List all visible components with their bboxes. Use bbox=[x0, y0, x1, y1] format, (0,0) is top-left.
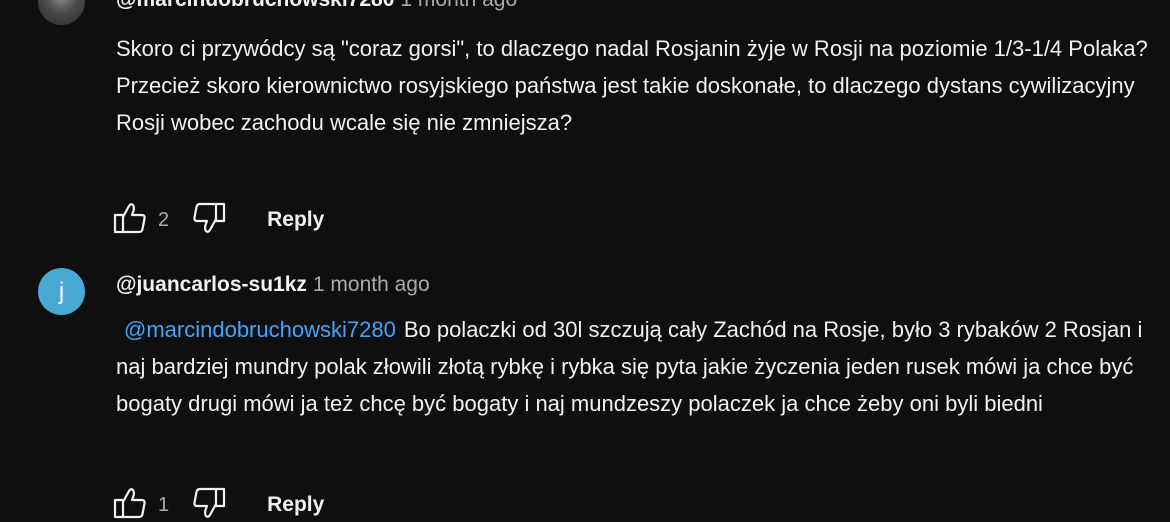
comment-text: @marcindobruchowski7280 Bo polaczki od 30… bbox=[116, 311, 1156, 422]
avatar-letter: j bbox=[58, 277, 65, 305]
mention-link[interactable]: @marcindobruchowski7280 bbox=[124, 317, 396, 342]
comment-actions: 1 Reply bbox=[112, 485, 324, 522]
comments-section: @marcindobruchowski7280 1 month ago Skoro… bbox=[0, 0, 1170, 522]
comment-header: @juancarlos-su1kz 1 month ago bbox=[116, 273, 430, 297]
like-count: 1 bbox=[158, 493, 170, 516]
thumbs-up-icon bbox=[112, 485, 148, 522]
avatar[interactable] bbox=[38, 0, 85, 25]
thumbs-down-icon bbox=[191, 200, 227, 241]
comment-paragraph: Przecież skoro kierownictwo rosyjskiego … bbox=[116, 73, 1135, 135]
dislike-button[interactable] bbox=[191, 200, 227, 241]
like-button[interactable] bbox=[112, 485, 148, 522]
dislike-button[interactable] bbox=[191, 485, 227, 522]
comment-header: @marcindobruchowski7280 1 month ago bbox=[116, 0, 517, 12]
comment-author[interactable]: @marcindobruchowski7280 bbox=[116, 0, 394, 11]
thumbs-down-icon bbox=[191, 485, 227, 522]
comment-paragraph: Skoro ci przywódcy są "coraz gorsi", to … bbox=[116, 36, 1148, 61]
like-count: 2 bbox=[158, 208, 170, 231]
comment-timestamp[interactable]: 1 month ago bbox=[400, 0, 517, 11]
comment-paragraph: @marcindobruchowski7280 Bo polaczki od 30… bbox=[116, 311, 1156, 422]
like-button[interactable] bbox=[112, 200, 148, 241]
comment-actions: 2 Reply bbox=[112, 200, 324, 240]
avatar[interactable]: j bbox=[38, 268, 85, 315]
reply-button[interactable]: Reply bbox=[267, 493, 324, 517]
comment-text: Skoro ci przywódcy są "coraz gorsi", to … bbox=[116, 30, 1156, 141]
thumbs-up-icon bbox=[112, 200, 148, 241]
comment-timestamp[interactable]: 1 month ago bbox=[313, 273, 430, 296]
comment-author[interactable]: @juancarlos-su1kz bbox=[116, 273, 307, 296]
reply-button[interactable]: Reply bbox=[267, 208, 324, 232]
